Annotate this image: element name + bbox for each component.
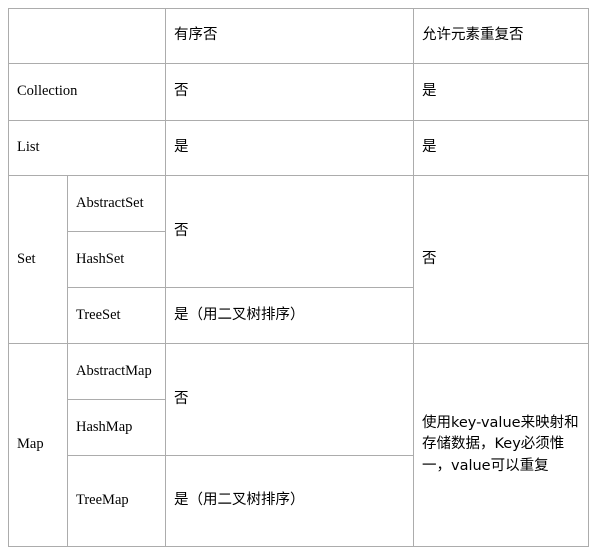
cell-impl-abstractmap: AbstractMap — [67, 343, 166, 400]
cell-set-duplicates: 否 — [413, 175, 589, 344]
cell-treemap-ordered: 是（用二叉树排序） — [165, 455, 414, 547]
cell-impl-treeset: TreeSet — [67, 287, 166, 344]
cell-impl-treemap: TreeMap — [67, 455, 166, 547]
cell-list-duplicates: 是 — [413, 120, 589, 176]
page-root: 有序否 允许元素重复否 Collection 否 是 List 是 是 Set … — [0, 0, 605, 547]
row-label-map: Map — [8, 343, 68, 547]
row-label-collection: Collection — [8, 63, 166, 121]
table-row: Collection 否 是 — [8, 63, 589, 121]
cell-map-ordered-merged: 否 — [165, 343, 414, 456]
cell-set-ordered-merged: 否 — [165, 175, 414, 288]
cell-impl-hashset: HashSet — [67, 231, 166, 288]
table-header-row: 有序否 允许元素重复否 — [8, 8, 589, 64]
cell-collection-ordered: 否 — [165, 63, 414, 121]
collection-comparison-table: 有序否 允许元素重复否 Collection 否 是 List 是 是 Set … — [8, 8, 589, 547]
row-label-set: Set — [8, 175, 68, 344]
row-label-list: List — [8, 120, 166, 176]
table-row: Map AbstractMap 否 使用key-value来映射和存储数据，Ke… — [8, 343, 589, 547]
cell-impl-hashmap: HashMap — [67, 399, 166, 456]
cell-impl-abstractset: AbstractSet — [67, 175, 166, 232]
table-row: Set AbstractSet 否 否 — [8, 175, 589, 344]
header-ordered: 有序否 — [165, 8, 414, 64]
cell-treeset-ordered: 是（用二叉树排序） — [165, 287, 414, 344]
cell-list-ordered: 是 — [165, 120, 414, 176]
table-row: List 是 是 — [8, 120, 589, 176]
cell-map-duplicates: 使用key-value来映射和存储数据，Key必须惟一，value可以重复 — [413, 343, 589, 547]
header-corner-cell — [8, 8, 166, 64]
header-duplicates: 允许元素重复否 — [413, 8, 589, 64]
cell-collection-duplicates: 是 — [413, 63, 589, 121]
